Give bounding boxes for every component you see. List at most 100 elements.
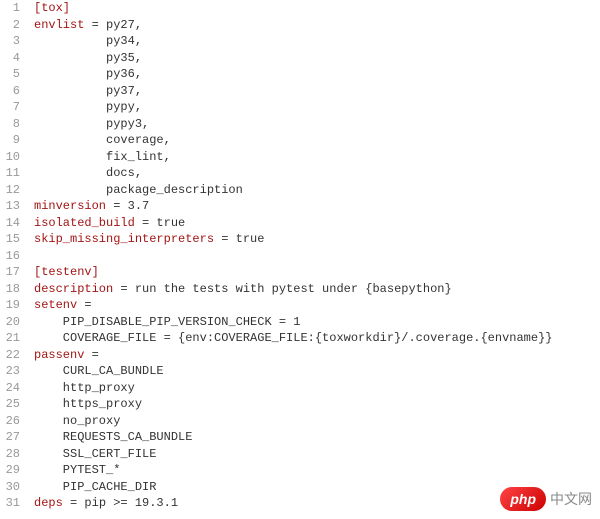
code-line: pypy, — [34, 99, 600, 116]
line-number: 9 — [0, 132, 20, 149]
code-line: SSL_CERT_FILE — [34, 446, 600, 463]
config-value: = pip >= 19.3.1 — [63, 496, 178, 510]
code-line: skip_missing_interpreters = true — [34, 231, 600, 248]
line-number: 31 — [0, 495, 20, 512]
config-value-continuation: https_proxy — [34, 397, 142, 411]
line-number: 1 — [0, 0, 20, 17]
config-value-continuation: fix_lint, — [34, 150, 171, 164]
config-value: = py27, — [84, 18, 142, 32]
line-number: 18 — [0, 281, 20, 298]
code-line: REQUESTS_CA_BUNDLE — [34, 429, 600, 446]
config-key: isolated_build — [34, 216, 135, 230]
config-value-continuation: http_proxy — [34, 381, 135, 395]
code-line: no_proxy — [34, 413, 600, 430]
code-line: PIP_DISABLE_PIP_VERSION_CHECK = 1 — [34, 314, 600, 331]
config-value-continuation: SSL_CERT_FILE — [34, 447, 156, 461]
line-number: 24 — [0, 380, 20, 397]
config-key: deps — [34, 496, 63, 510]
config-value: = 3.7 — [106, 199, 149, 213]
code-line: docs, — [34, 165, 600, 182]
config-value: = run the tests with pytest under {basep… — [113, 282, 451, 296]
code-editor: 1234567891011121314151617181920212223242… — [0, 0, 600, 512]
code-line: isolated_build = true — [34, 215, 600, 232]
section-header: [testenv] — [34, 265, 99, 279]
line-number: 25 — [0, 396, 20, 413]
line-number: 30 — [0, 479, 20, 496]
line-number: 22 — [0, 347, 20, 364]
watermark-text: 中文网 — [550, 489, 592, 509]
config-value-continuation: docs, — [34, 166, 142, 180]
config-value-continuation: package_description — [34, 183, 243, 197]
config-value-continuation: COVERAGE_FILE = {env:COVERAGE_FILE:{toxw… — [34, 331, 552, 345]
line-number: 7 — [0, 99, 20, 116]
code-line: PYTEST_* — [34, 462, 600, 479]
config-value-continuation: coverage, — [34, 133, 171, 147]
code-line: py35, — [34, 50, 600, 67]
code-line: [testenv] — [34, 264, 600, 281]
line-number: 13 — [0, 198, 20, 215]
config-value-continuation: no_proxy — [34, 414, 120, 428]
line-number: 28 — [0, 446, 20, 463]
code-line — [34, 248, 600, 265]
config-value-continuation: py34, — [34, 34, 142, 48]
code-line: coverage, — [34, 132, 600, 149]
config-value-continuation: py36, — [34, 67, 142, 81]
config-key: minversion — [34, 199, 106, 213]
config-value-continuation: PIP_DISABLE_PIP_VERSION_CHECK = 1 — [34, 315, 300, 329]
line-number: 12 — [0, 182, 20, 199]
line-number: 19 — [0, 297, 20, 314]
config-value-continuation: py37, — [34, 84, 142, 98]
config-key: passenv — [34, 348, 84, 362]
code-content: [tox] envlist = py27, py34, py35, py36, p… — [28, 0, 600, 512]
line-number: 15 — [0, 231, 20, 248]
line-number: 17 — [0, 264, 20, 281]
code-line: passenv = — [34, 347, 600, 364]
line-number: 3 — [0, 33, 20, 50]
config-value: = — [84, 348, 98, 362]
line-number: 21 — [0, 330, 20, 347]
code-line: fix_lint, — [34, 149, 600, 166]
line-number: 5 — [0, 66, 20, 83]
code-line: https_proxy — [34, 396, 600, 413]
line-number: 4 — [0, 50, 20, 67]
line-number: 16 — [0, 248, 20, 265]
watermark: php 中文网 — [500, 487, 592, 511]
config-key: skip_missing_interpreters — [34, 232, 214, 246]
config-value: = — [77, 298, 91, 312]
code-line: package_description — [34, 182, 600, 199]
line-number: 2 — [0, 17, 20, 34]
line-number: 26 — [0, 413, 20, 430]
config-value: = true — [214, 232, 264, 246]
line-number: 27 — [0, 429, 20, 446]
config-key: setenv — [34, 298, 77, 312]
line-number: 23 — [0, 363, 20, 380]
config-value-continuation: REQUESTS_CA_BUNDLE — [34, 430, 192, 444]
code-line: minversion = 3.7 — [34, 198, 600, 215]
config-key: envlist — [34, 18, 84, 32]
config-value-continuation: pypy3, — [34, 117, 149, 131]
config-value-continuation: pypy, — [34, 100, 142, 114]
config-key: description — [34, 282, 113, 296]
code-line: setenv = — [34, 297, 600, 314]
config-value-continuation: PYTEST_* — [34, 463, 120, 477]
code-line: http_proxy — [34, 380, 600, 397]
line-number: 11 — [0, 165, 20, 182]
code-line: py37, — [34, 83, 600, 100]
code-line: py36, — [34, 66, 600, 83]
code-line: envlist = py27, — [34, 17, 600, 34]
config-value-continuation: CURL_CA_BUNDLE — [34, 364, 164, 378]
config-value-continuation: PIP_CACHE_DIR — [34, 480, 156, 494]
line-number: 6 — [0, 83, 20, 100]
line-number: 29 — [0, 462, 20, 479]
code-line: description = run the tests with pytest … — [34, 281, 600, 298]
line-number: 14 — [0, 215, 20, 232]
line-number: 20 — [0, 314, 20, 331]
line-number-gutter: 1234567891011121314151617181920212223242… — [0, 0, 28, 512]
watermark-badge: php — [500, 487, 546, 511]
section-header: [tox] — [34, 1, 70, 15]
config-value: = true — [135, 216, 185, 230]
config-value-continuation: py35, — [34, 51, 142, 65]
code-line: py34, — [34, 33, 600, 50]
code-line: pypy3, — [34, 116, 600, 133]
line-number: 10 — [0, 149, 20, 166]
